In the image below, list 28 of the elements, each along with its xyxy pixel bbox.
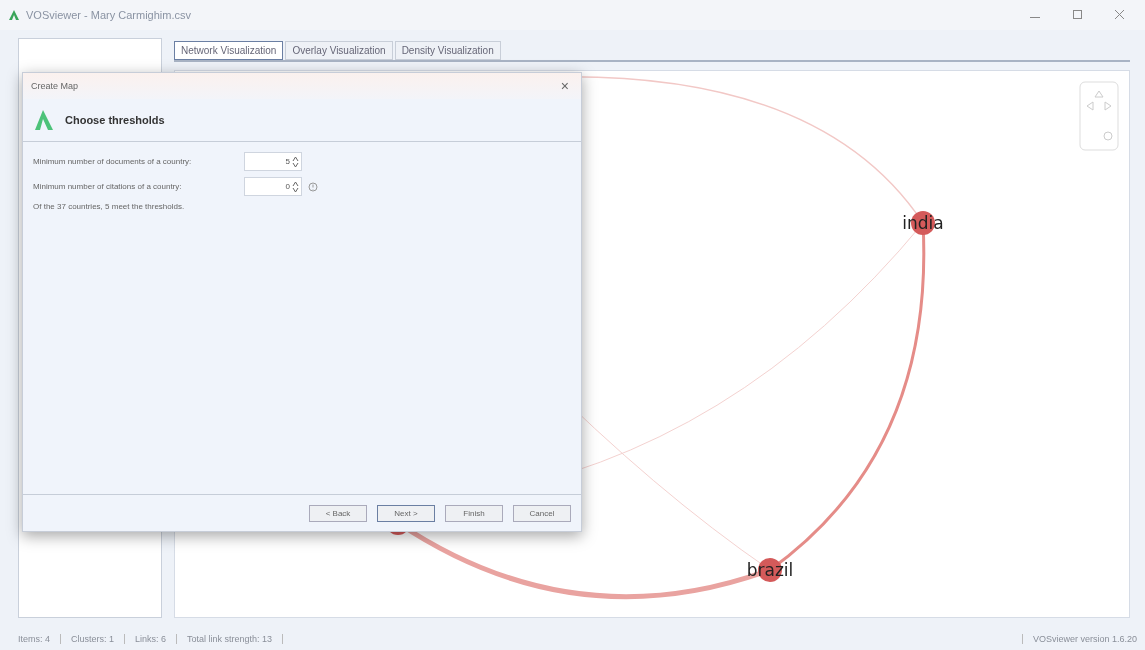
tab[interactable]: Density Visualization: [394, 41, 501, 60]
close-icon[interactable]: [1114, 10, 1124, 19]
number-field[interactable]: 5: [244, 152, 302, 171]
dialog-title: Create Map: [31, 81, 80, 91]
spinner-arrows-icon[interactable]: [292, 180, 299, 193]
app-logo-icon: [33, 108, 55, 132]
dialog-button[interactable]: Cancel: [513, 504, 571, 522]
status-item: Total link strength: 13: [177, 634, 284, 644]
close-button[interactable]: ×: [556, 78, 573, 94]
maximize-icon[interactable]: [1072, 10, 1082, 19]
tab[interactable]: Network Visualization: [174, 41, 284, 60]
step-heading: Choose thresholds: [65, 114, 165, 126]
version-label: VOSviewer version 1.6.20: [1021, 634, 1137, 644]
dialog-button[interactable]: Finish: [445, 504, 503, 522]
minimize-icon[interactable]: [1030, 17, 1040, 19]
summary-text: Of the 37 countries, 5 meet the thresholds.: [33, 202, 186, 211]
dialog-button[interactable]: Next >: [377, 504, 435, 522]
field-label: Minimum number of citations of a country:: [33, 182, 183, 191]
number-field[interactable]: 0: [244, 177, 302, 196]
dialog-button[interactable]: < Back: [309, 504, 367, 522]
app-logo-icon: [8, 9, 20, 21]
field-label: Minimum number of documents of a country:: [33, 157, 193, 166]
status-item: Links: 6: [125, 634, 178, 644]
status-item: Items: 4: [8, 634, 61, 644]
status-item: Clusters: 1: [61, 634, 126, 644]
window-title: VOSviewer - Mary Carmighim.csv: [26, 9, 193, 21]
spinner-arrows-icon[interactable]: [292, 155, 299, 168]
tab[interactable]: Overlay Visualization: [285, 41, 393, 60]
